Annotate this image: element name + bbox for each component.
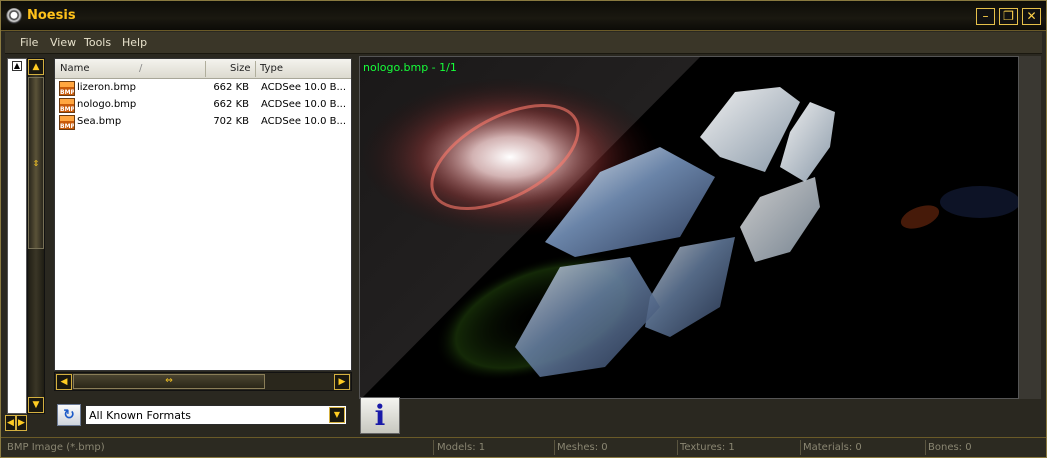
column-size[interactable]: Size [230, 63, 251, 74]
folder-tree[interactable]: ▲ [7, 58, 27, 414]
status-textures: Textures: 1 [680, 442, 735, 453]
tree-scroll-thumb[interactable]: ⇕ [28, 77, 44, 249]
info-icon: i [374, 399, 386, 432]
file-size: 662 KB [213, 82, 249, 93]
scroll-right-icon[interactable]: ▶ [16, 415, 27, 431]
menu-file[interactable]: File [20, 36, 38, 49]
scroll-right-icon[interactable]: ▶ [334, 374, 350, 390]
sort-indicator-icon: / [139, 63, 143, 74]
status-divider [433, 440, 434, 455]
tree-vertical-scrollbar[interactable]: ▲ ⇕ ▼ [27, 58, 45, 414]
scroll-left-icon[interactable]: ◀ [5, 415, 16, 431]
image-preview[interactable]: nologo.bmp - 1/1 [359, 56, 1019, 399]
file-size: 702 KB [213, 116, 249, 127]
status-meshes: Meshes: 0 [557, 442, 608, 453]
file-list-horizontal-scrollbar[interactable]: ◀ ⇔ ▶ [54, 372, 352, 391]
column-header: Name / Size Type [55, 59, 351, 79]
maximize-button[interactable]: ❐ [999, 8, 1018, 25]
bmp-file-icon: BMP [59, 115, 75, 130]
column-divider[interactable] [255, 61, 256, 77]
status-models: Models: 1 [437, 442, 486, 453]
refresh-icon: ↻ [63, 407, 75, 423]
bmp-file-icon: BMP [59, 98, 75, 113]
file-name: Sea.bmp [77, 116, 122, 127]
file-row[interactable]: BMP Sea.bmp 702 KB ACDSee 10.0 B... [55, 114, 351, 131]
menu-view[interactable]: View [50, 36, 76, 49]
file-size: 662 KB [213, 99, 249, 110]
file-list-scroll-thumb[interactable]: ⇔ [73, 374, 265, 389]
status-bones: Bones: 0 [928, 442, 972, 453]
file-row[interactable]: BMP nologo.bmp 662 KB ACDSee 10.0 B... [55, 97, 351, 114]
column-divider[interactable] [205, 61, 206, 77]
file-list[interactable]: Name / Size Type BMP lizeron.bmp 662 KB … [54, 58, 352, 371]
tree-expand-icon[interactable]: ▲ [12, 61, 22, 71]
file-name: lizeron.bmp [77, 82, 136, 93]
file-type: ACDSee 10.0 B... [261, 99, 347, 110]
minimize-button[interactable]: – [976, 8, 995, 25]
bmp-file-icon: BMP [59, 81, 75, 96]
file-name: nologo.bmp [77, 99, 137, 110]
refresh-button[interactable]: ↻ [57, 404, 81, 426]
chevron-down-icon[interactable]: ▼ [329, 407, 345, 423]
status-divider [554, 440, 555, 455]
tree-horizontal-scrollbar[interactable]: ◀ ▶ [5, 415, 27, 432]
file-type: ACDSee 10.0 B... [261, 116, 347, 127]
status-divider [800, 440, 801, 455]
window-title: Noesis [27, 8, 76, 23]
status-bar: BMP Image (*.bmp) Models: 1 Meshes: 0 Te… [1, 437, 1046, 457]
format-filter-value: All Known Formats [89, 409, 192, 422]
file-type: ACDSee 10.0 B... [261, 82, 347, 93]
column-type[interactable]: Type [260, 63, 283, 74]
preview-side-panel [1019, 56, 1041, 399]
scroll-left-icon[interactable]: ◀ [56, 374, 72, 390]
menu-bar: File View Tools Help [5, 32, 1042, 54]
main-window: Noesis – ❐ ✕ File View Tools Help ▲ ▲ ⇕ … [0, 0, 1047, 458]
menu-help[interactable]: Help [122, 36, 147, 49]
scroll-up-icon[interactable]: ▲ [28, 59, 44, 75]
format-filter-select[interactable]: All Known Formats ▼ [85, 405, 347, 425]
preview-image [360, 57, 1018, 398]
file-row[interactable]: BMP lizeron.bmp 662 KB ACDSee 10.0 B... [55, 80, 351, 97]
close-button[interactable]: ✕ [1022, 8, 1041, 25]
info-button[interactable]: i [360, 397, 400, 434]
preview-label: nologo.bmp - 1/1 [363, 61, 457, 74]
status-divider [925, 440, 926, 455]
status-materials: Materials: 0 [803, 442, 862, 453]
menu-tools[interactable]: Tools [84, 36, 111, 49]
status-format: BMP Image (*.bmp) [7, 442, 105, 453]
title-bar[interactable]: Noesis – ❐ ✕ [1, 1, 1046, 31]
column-name[interactable]: Name [60, 63, 90, 74]
scroll-down-icon[interactable]: ▼ [28, 397, 44, 413]
status-divider [677, 440, 678, 455]
app-icon [6, 8, 22, 24]
